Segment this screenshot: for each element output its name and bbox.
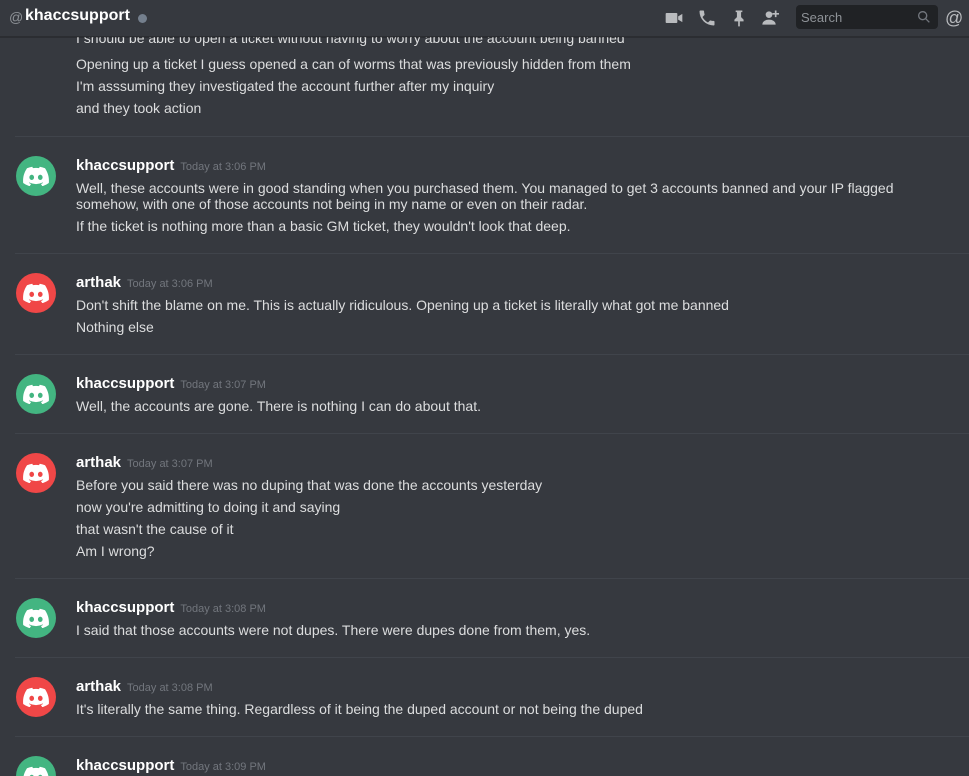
pin-icon[interactable] <box>729 8 749 28</box>
message-text: I said that those accounts were not dupe… <box>76 622 591 638</box>
message-header: arthak Today at 3:08 PM <box>76 678 213 695</box>
discord-logo-icon <box>23 166 49 186</box>
message-text: Opening up a ticket I guess opened a can… <box>76 56 631 72</box>
message-header: khaccsupport Today at 3:07 PM <box>76 375 266 392</box>
message-text: and they took action <box>76 100 202 116</box>
username[interactable]: khaccsupport <box>76 599 174 616</box>
message-divider <box>15 578 969 579</box>
message-header: arthak Today at 3:06 PM <box>76 274 213 291</box>
video-camera-icon[interactable] <box>664 8 684 28</box>
avatar[interactable] <box>16 677 56 717</box>
message-divider <box>15 657 969 658</box>
message-divider <box>15 136 969 137</box>
message-text: I should be able to open a ticket withou… <box>76 37 625 46</box>
status-indicator <box>138 14 147 23</box>
message-header: khaccsupport Today at 3:09 PM <box>76 757 266 774</box>
message-text: now you're admitting to doing it and say… <box>76 499 341 515</box>
message-text: Before you said there was no duping that… <box>76 477 543 493</box>
timestamp: Today at 3:07 PM <box>127 458 213 470</box>
timestamp: Today at 3:06 PM <box>180 161 266 173</box>
message-header: arthak Today at 3:07 PM <box>76 454 213 471</box>
message-text: that wasn't the cause of it <box>76 521 234 537</box>
username[interactable]: arthak <box>76 454 121 471</box>
discord-logo-icon <box>23 463 49 483</box>
avatar[interactable] <box>16 756 56 776</box>
message-list: I should be able to open a ticket withou… <box>0 37 969 776</box>
avatar[interactable] <box>16 453 56 493</box>
avatar[interactable] <box>16 598 56 638</box>
avatar[interactable] <box>16 156 56 196</box>
timestamp: Today at 3:08 PM <box>180 603 266 615</box>
timestamp: Today at 3:06 PM <box>127 278 213 290</box>
message-text: If the ticket is nothing more than a bas… <box>76 218 571 234</box>
message-text: Am I wrong? <box>76 543 155 559</box>
message-text: Well, the accounts are gone. There is no… <box>76 398 481 414</box>
discord-logo-icon <box>23 766 49 776</box>
phone-icon[interactable] <box>697 8 717 28</box>
message-text: It's literally the same thing. Regardles… <box>76 701 643 717</box>
message-text: Well, these accounts were in good standi… <box>76 180 894 212</box>
username[interactable]: khaccsupport <box>76 757 174 774</box>
avatar[interactable] <box>16 374 56 414</box>
username[interactable]: arthak <box>76 678 121 695</box>
username[interactable]: khaccsupport <box>76 375 174 392</box>
message-divider <box>15 253 969 254</box>
discord-logo-icon <box>23 384 49 404</box>
discord-logo-icon <box>23 283 49 303</box>
message-header: khaccsupport Today at 3:06 PM <box>76 157 266 174</box>
message-text: Don't shift the blame on me. This is act… <box>76 297 729 313</box>
message-divider <box>15 433 969 434</box>
add-friend-icon[interactable] <box>759 8 779 28</box>
timestamp: Today at 3:08 PM <box>127 682 213 694</box>
channel-header: @ khaccsupport @ <box>0 0 969 37</box>
timestamp: Today at 3:07 PM <box>180 379 266 391</box>
channel-title: khaccsupport <box>25 7 130 24</box>
mention-icon[interactable]: @ <box>945 8 967 28</box>
message-header: khaccsupport Today at 3:08 PM <box>76 599 266 616</box>
discord-logo-icon <box>23 608 49 628</box>
search-box[interactable] <box>796 5 938 29</box>
message-divider <box>15 736 969 737</box>
search-icon[interactable] <box>916 9 932 25</box>
avatar[interactable] <box>16 273 56 313</box>
discord-logo-icon <box>23 687 49 707</box>
search-input[interactable] <box>796 5 916 29</box>
message-divider <box>15 354 969 355</box>
username[interactable]: khaccsupport <box>76 157 174 174</box>
message-text: I'm asssuming they investigated the acco… <box>76 78 495 94</box>
timestamp: Today at 3:09 PM <box>180 761 266 773</box>
message-text: Nothing else <box>76 319 154 335</box>
username[interactable]: arthak <box>76 274 121 291</box>
at-icon: @ <box>9 9 24 25</box>
